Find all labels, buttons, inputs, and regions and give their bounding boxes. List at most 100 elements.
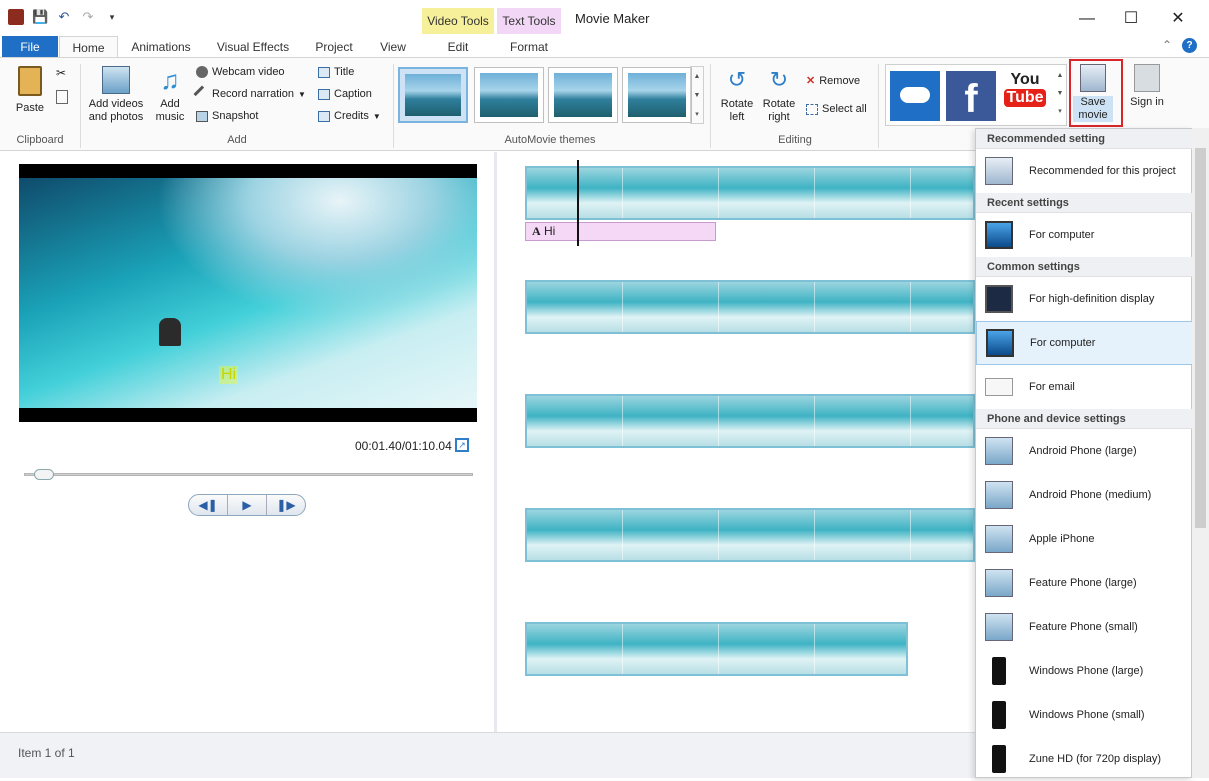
film-icon[interactable] <box>8 9 24 25</box>
help-icon[interactable]: ? <box>1182 38 1197 53</box>
youtube-button[interactable]: You Tube <box>1000 71 1050 121</box>
tab-project[interactable]: Project <box>306 36 362 58</box>
add-videos-label: Add videos and photos <box>88 98 144 123</box>
seek-thumb[interactable] <box>34 469 54 480</box>
paste-label: Paste <box>15 102 45 114</box>
video-tools-context-tab: Video Tools <box>422 8 494 34</box>
email-icon <box>985 378 1013 396</box>
menu-item-android-medium[interactable]: Android Phone (medium) <box>976 473 1193 517</box>
cut-icon[interactable]: ✂ <box>56 66 66 80</box>
menu-scrollbar-thumb[interactable] <box>1195 148 1206 528</box>
menu-item-label: Zune HD (for 720p display) <box>1029 753 1162 765</box>
seek-bar[interactable] <box>24 469 473 480</box>
sign-in-label: Sign in <box>1130 96 1164 108</box>
caption-button[interactable]: Caption <box>318 88 372 100</box>
playhead[interactable] <box>577 160 579 246</box>
paste-icon <box>18 66 42 96</box>
tab-home[interactable]: Home <box>59 36 118 58</box>
save-icon[interactable]: 💾 <box>32 9 48 25</box>
redo-icon[interactable]: ↷ <box>80 9 96 25</box>
select-all-button[interactable]: Select all <box>806 103 867 115</box>
record-narration-button[interactable]: Record narration ▼ <box>193 85 306 103</box>
highlight-box <box>1069 59 1123 127</box>
video-clip-strip[interactable] <box>525 280 975 334</box>
add-music-button[interactable]: ♫ Add music <box>150 66 190 124</box>
menu-item-computer[interactable]: For computer <box>976 321 1193 365</box>
tab-edit[interactable]: Edit <box>422 36 494 58</box>
menu-item-feature-phone-small[interactable]: Feature Phone (small) <box>976 605 1193 649</box>
theme-thumbnail[interactable] <box>548 67 618 123</box>
maximize-button[interactable]: ☐ <box>1108 6 1154 32</box>
undo-icon[interactable]: ↶ <box>56 9 72 25</box>
menu-item-recommended[interactable]: Recommended for this project <box>976 149 1193 193</box>
menu-item-hd-display[interactable]: For high-definition display <box>976 277 1193 321</box>
tab-animations[interactable]: Animations <box>124 36 198 58</box>
tab-file[interactable]: File <box>2 36 58 58</box>
chevron-down-icon: ▼ <box>297 89 306 99</box>
menu-scrollbar[interactable] <box>1192 128 1209 778</box>
phone-camera-icon <box>985 613 1013 641</box>
fullscreen-icon[interactable]: ↗ <box>455 438 469 452</box>
video-overlay-text: Hi <box>219 366 239 384</box>
menu-item-windows-phone-large[interactable]: Windows Phone (large) <box>976 649 1193 693</box>
tab-format[interactable]: Format <box>497 36 561 58</box>
webcam-video-button[interactable]: Webcam video <box>196 66 285 78</box>
copy-icon[interactable] <box>56 90 68 104</box>
play-icon[interactable]: ▶ <box>228 495 267 515</box>
menu-item-email[interactable]: For email <box>976 365 1193 409</box>
video-clip-strip[interactable] <box>525 394 975 448</box>
user-icon <box>1134 64 1160 92</box>
film-frame <box>719 396 815 446</box>
recommended-icon <box>985 157 1013 185</box>
close-button[interactable]: ✕ <box>1155 6 1201 32</box>
video-preview[interactable]: Hi <box>19 164 477 422</box>
menu-item-android-large[interactable]: Android Phone (large) <box>976 429 1193 473</box>
paste-button[interactable]: Paste <box>12 66 48 115</box>
tab-view[interactable]: View <box>370 36 416 58</box>
film-frame <box>527 282 623 332</box>
minimize-button[interactable]: — <box>1064 6 1110 32</box>
menu-item-feature-phone-large[interactable]: Feature Phone (large) <box>976 561 1193 605</box>
onedrive-button[interactable] <box>890 71 940 121</box>
video-clip-strip[interactable] <box>525 622 908 676</box>
video-clip-strip[interactable] <box>525 166 975 220</box>
theme-thumbnail[interactable] <box>398 67 468 123</box>
webcam-icon <box>196 66 208 78</box>
theme-thumbnail[interactable] <box>622 67 692 123</box>
dropdown-icon[interactable]: ▾ <box>104 9 120 25</box>
sign-in-button[interactable]: Sign in <box>1128 64 1166 109</box>
preview-pane: Hi 00:01.40/01:10.04 ↗ ◀❚ ▶ ❚▶ <box>0 152 494 732</box>
menu-item-recent-computer[interactable]: For computer <box>976 213 1193 257</box>
collapse-ribbon-icon[interactable]: ⌃ <box>1162 38 1172 52</box>
tab-visual-effects[interactable]: Visual Effects <box>206 36 300 58</box>
snapshot-button[interactable]: Snapshot <box>196 110 258 122</box>
film-frame <box>719 282 815 332</box>
film-frame <box>719 624 815 674</box>
credits-button[interactable]: Credits ▼ <box>318 110 381 122</box>
rotate-left-button[interactable]: ↺ Rotate left <box>716 66 758 124</box>
credits-icon <box>318 110 330 122</box>
menu-item-label: Feature Phone (small) <box>1029 621 1138 633</box>
video-clip-strip[interactable] <box>525 508 975 562</box>
next-frame-icon[interactable]: ❚▶ <box>267 495 305 515</box>
caption-clip[interactable]: A Hi <box>525 222 716 241</box>
music-note-icon: ♫ <box>160 65 180 95</box>
facebook-button[interactable]: f <box>946 71 996 121</box>
menu-item-windows-phone-small[interactable]: Windows Phone (small) <box>976 693 1193 737</box>
share-gallery-scroll[interactable]: ▲ ▼ ▾ <box>1054 67 1066 123</box>
theme-thumbnail[interactable] <box>474 67 544 123</box>
film-frame <box>527 510 623 560</box>
menu-item-zune-hd[interactable]: Zune HD (for 720p display) <box>976 737 1193 781</box>
share-gallery: f You Tube ▲ ▼ ▾ <box>885 64 1067 126</box>
snapshot-icon <box>196 110 208 122</box>
add-videos-button[interactable]: Add videos and photos <box>84 66 148 124</box>
gallery-scroll[interactable]: ▲ ▼ ▾ <box>690 66 704 124</box>
menu-item-apple-iphone[interactable]: Apple iPhone <box>976 517 1193 561</box>
title-icon <box>318 66 330 78</box>
previous-frame-icon[interactable]: ◀❚ <box>189 495 228 515</box>
select-all-icon <box>806 103 818 115</box>
rotate-right-button[interactable]: ↻ Rotate right <box>758 66 800 124</box>
remove-button[interactable]: ✕ Remove <box>806 74 860 88</box>
chevron-down-icon: ▼ <box>372 111 381 121</box>
title-button[interactable]: Title <box>318 66 354 78</box>
